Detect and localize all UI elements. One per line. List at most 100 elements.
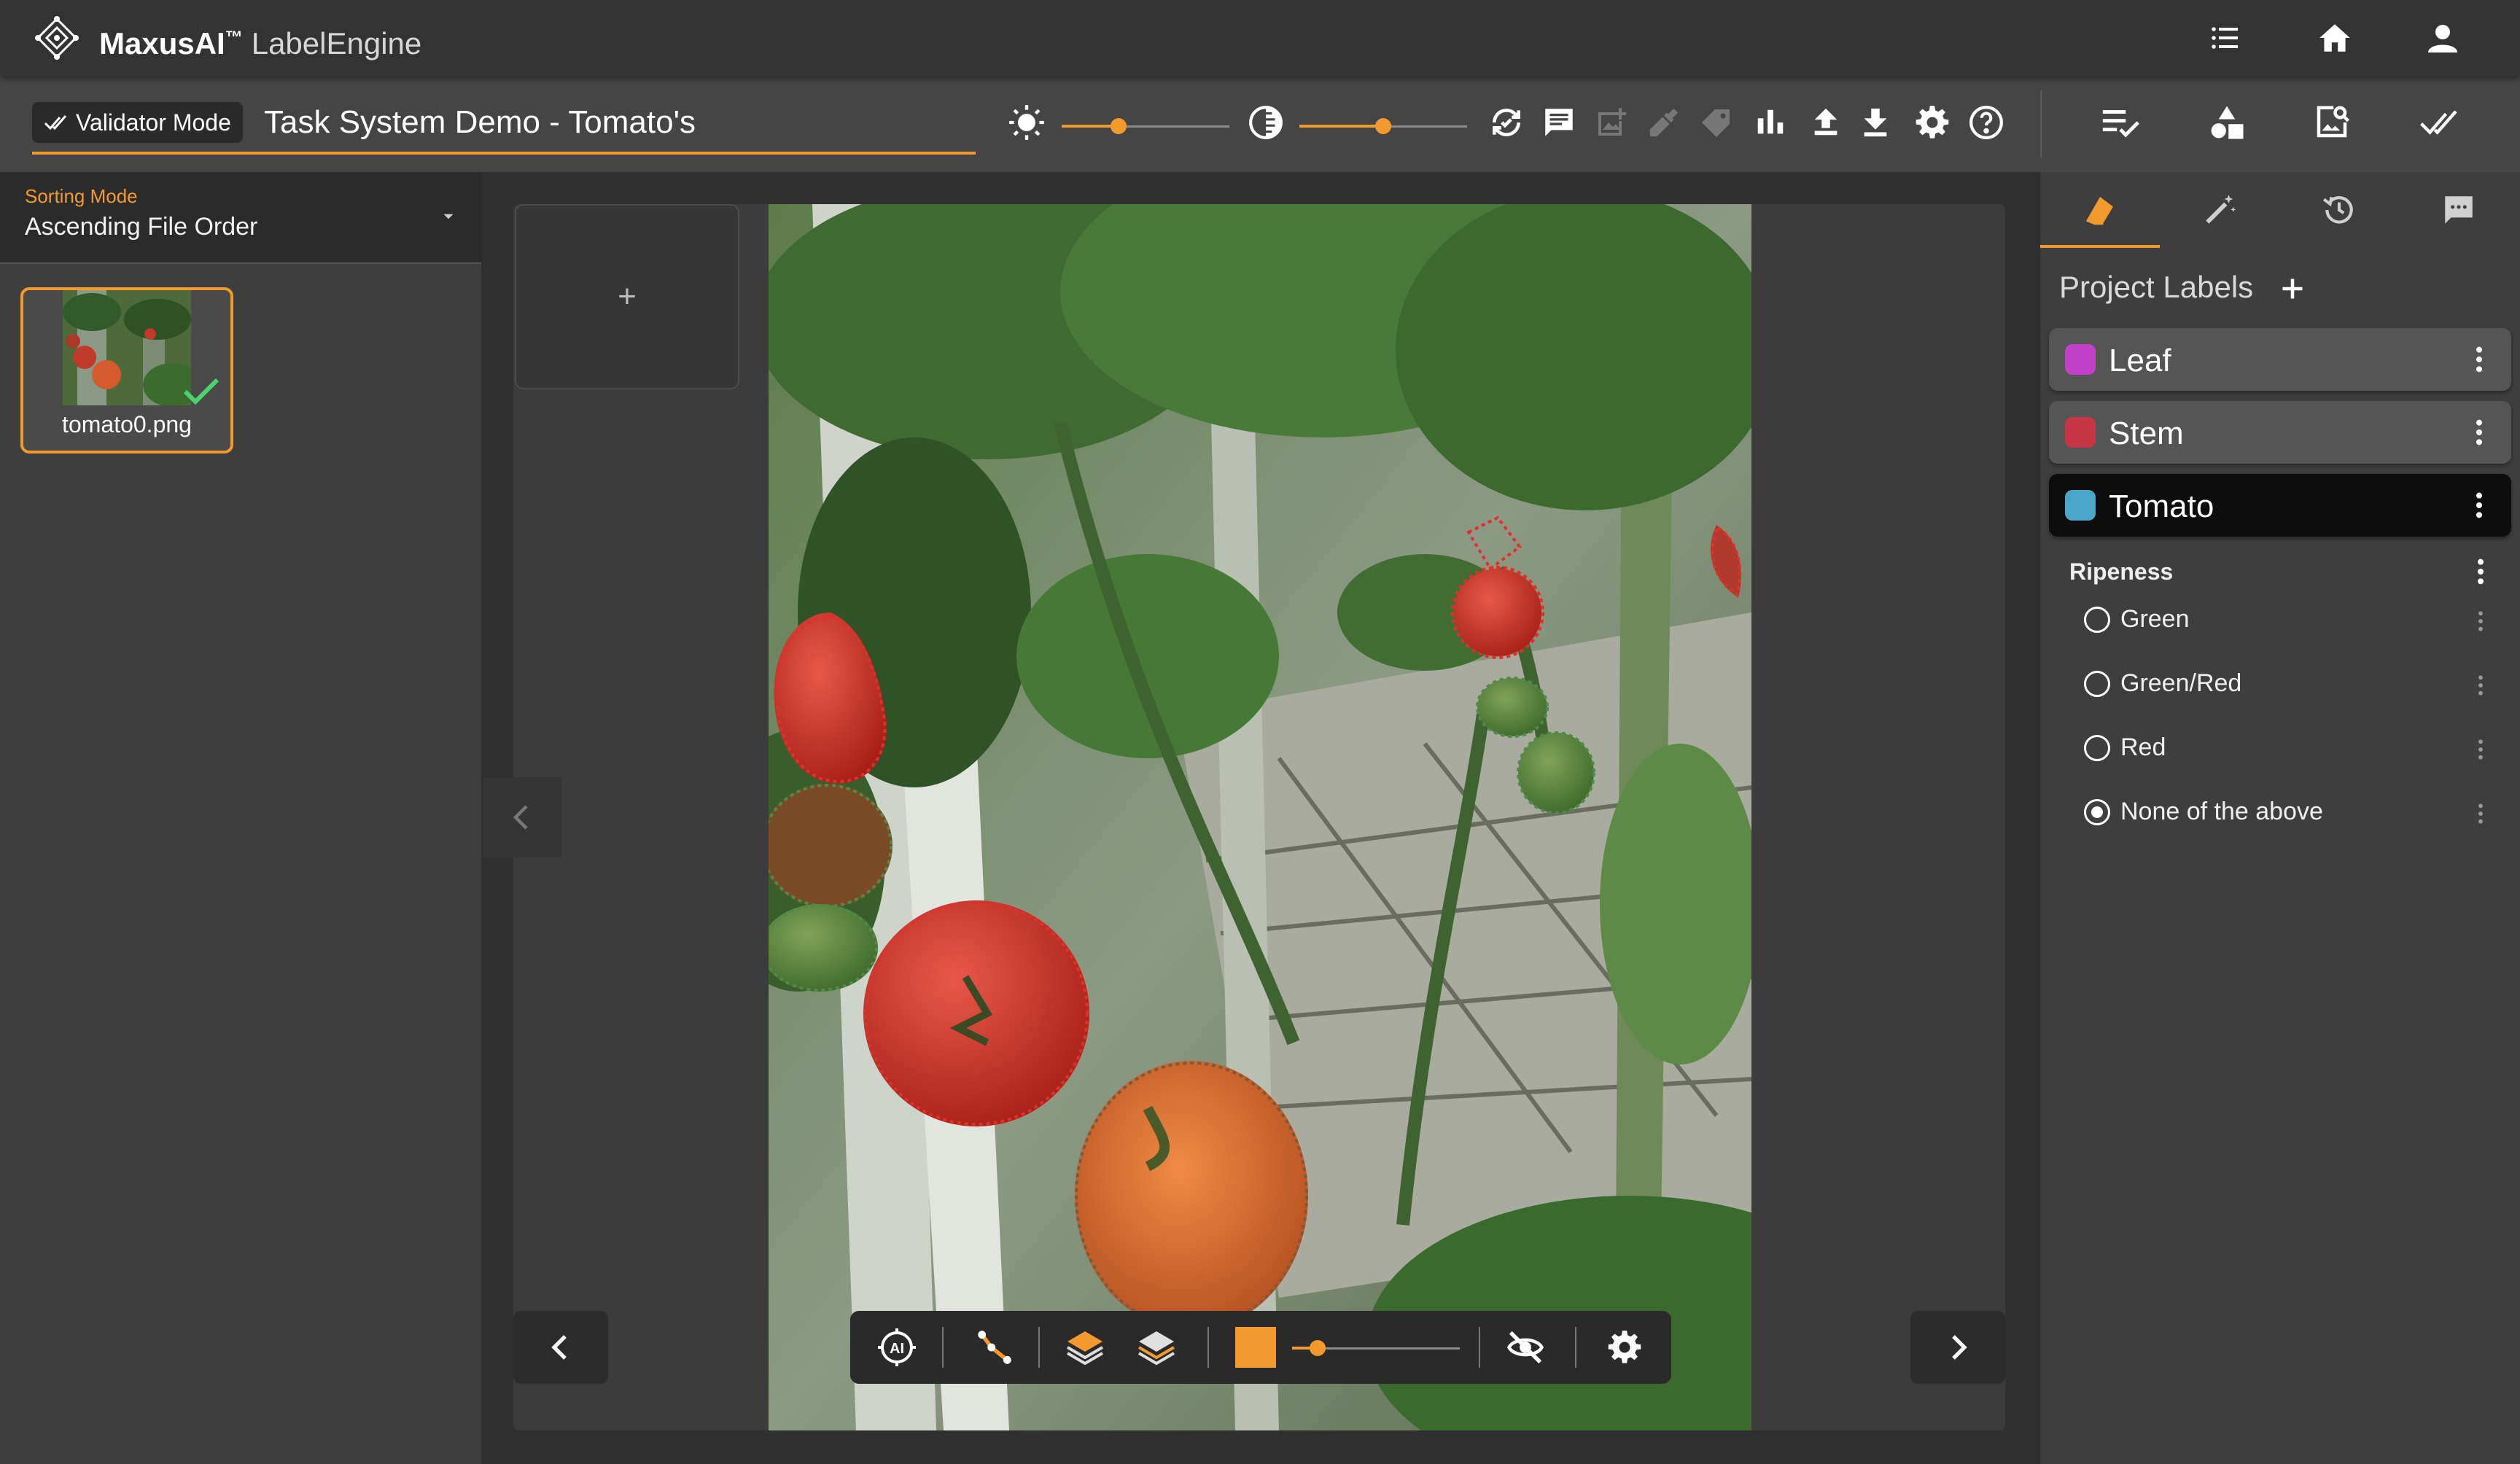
canvas-bottom-toolbar: AI (850, 1311, 1671, 1384)
label-item-stem[interactable]: Stem (2049, 401, 2511, 464)
labels-panel: Project Labels Leaf Stem Tomato Ripeness… (2040, 172, 2520, 1464)
top-app-bar: MaxusAI™ LabelEngine (0, 0, 2520, 76)
help-icon[interactable] (1964, 101, 2008, 144)
ripeness-option-none[interactable]: None of the above (2084, 790, 2492, 834)
toolbar-divider (1038, 1327, 1040, 1368)
comments-icon (2445, 196, 2473, 224)
chevron-right-icon (1952, 1335, 1967, 1360)
label-menu-icon[interactable] (2465, 413, 2494, 451)
toolbar-divider (1479, 1327, 1480, 1368)
ai-assist-icon[interactable]: AI (876, 1327, 917, 1368)
collapse-left-panel-button[interactable] (483, 777, 561, 857)
plus-icon: + (618, 279, 637, 314)
radio-button[interactable] (2084, 735, 2110, 761)
contrast-slider-knob[interactable] (1375, 118, 1391, 134)
sorting-mode-select[interactable]: Sorting Mode Ascending File Order (0, 172, 481, 264)
svg-text:AI: AI (890, 1341, 904, 1357)
upload-icon[interactable] (1804, 101, 1848, 144)
label-name: Stem (2109, 416, 2184, 451)
annotation-canvas[interactable] (769, 204, 1751, 1430)
validate-all-icon[interactable] (2418, 101, 2462, 144)
comment-icon[interactable] (1537, 101, 1581, 144)
toolbar-divider (942, 1327, 944, 1368)
option-menu-icon[interactable] (2466, 666, 2495, 704)
chevron-left-icon (513, 805, 528, 830)
option-label: Green/Red (2120, 669, 2242, 697)
product-name: LabelEngine (251, 26, 422, 61)
home-icon[interactable] (2311, 15, 2358, 61)
option-menu-icon[interactable] (2466, 795, 2495, 833)
validator-mode-chip[interactable]: Validator Mode (32, 102, 243, 143)
brand-name: MaxusAI (99, 26, 225, 61)
radio-button[interactable] (2084, 799, 2110, 825)
plus-icon (2282, 279, 2303, 299)
double-check-icon (44, 115, 67, 131)
tab-comments[interactable] (2399, 172, 2519, 248)
active-tab-indicator (2040, 245, 2160, 248)
review-list-icon[interactable] (2099, 101, 2142, 144)
label-color-swatch[interactable] (1235, 1327, 1276, 1368)
option-menu-icon[interactable] (2466, 602, 2495, 640)
file-list-panel: Sorting Mode Ascending File Order tomato… (0, 172, 481, 1464)
labels-tab-icon (2086, 197, 2113, 225)
project-labels-title: Project Labels (2059, 270, 2254, 304)
next-image-button[interactable] (1910, 1311, 2005, 1384)
previous-image-button[interactable] (513, 1311, 608, 1384)
radio-button[interactable] (2084, 607, 2110, 633)
brightness-slider-knob[interactable] (1111, 118, 1127, 134)
brand-title: MaxusAI™ LabelEngine (99, 17, 421, 64)
bar-chart-icon[interactable] (1749, 101, 1792, 144)
label-color-dot (2065, 417, 2096, 448)
toolbar-divider (2040, 90, 2042, 157)
label-item-tomato[interactable]: Tomato (2049, 474, 2511, 537)
opacity-slider-knob[interactable] (1310, 1340, 1326, 1356)
settings-gear-icon[interactable] (1910, 101, 1954, 144)
shapes-icon[interactable] (2205, 101, 2249, 144)
download-icon[interactable] (1854, 101, 1897, 144)
ripeness-option-green[interactable]: Green (2084, 598, 2492, 642)
label-menu-icon[interactable] (2465, 486, 2494, 524)
chevron-down-icon (439, 207, 458, 230)
sorting-mode-value: Ascending File Order (25, 213, 258, 241)
sync-icon[interactable] (1485, 101, 1528, 144)
canvas-settings-gear-icon[interactable] (1604, 1327, 1645, 1368)
add-label-button[interactable] (2274, 270, 2311, 308)
brand-trademark: ™ (225, 28, 243, 47)
add-item-button[interactable]: + (515, 204, 739, 389)
task-title: Task System Demo - Tomato's (264, 104, 696, 140)
contrast-slider-fill (1299, 125, 1383, 128)
task-list-icon[interactable] (2202, 15, 2249, 61)
label-item-leaf[interactable]: Leaf (2049, 328, 2511, 391)
toolbar-divider (1208, 1327, 1209, 1368)
validator-mode-label: Validator Mode (76, 109, 231, 136)
option-label: Red (2120, 733, 2166, 761)
tag-icon (1695, 101, 1738, 144)
brightness-icon (1005, 101, 1049, 144)
tab-labels[interactable] (2040, 172, 2160, 248)
option-label: None of the above (2120, 798, 2323, 825)
ripeness-option-red[interactable]: Red (2084, 726, 2492, 770)
label-color-dot (2065, 344, 2096, 375)
contrast-icon (1244, 101, 1288, 144)
validated-check-icon (182, 376, 220, 410)
account-icon[interactable] (2419, 15, 2466, 61)
image-search-icon[interactable] (2310, 101, 2354, 144)
ripeness-option-green-red[interactable]: Green/Red (2084, 662, 2492, 706)
file-thumbnail-card[interactable]: tomato0.png (20, 287, 233, 453)
layers-orange-icon[interactable] (1065, 1327, 1105, 1368)
tab-history[interactable] (2279, 172, 2399, 248)
layers-white-icon[interactable] (1136, 1327, 1177, 1368)
polyline-tool-icon[interactable] (974, 1327, 1015, 1368)
option-menu-icon[interactable] (2466, 731, 2495, 768)
label-name: Tomato (2109, 488, 2214, 524)
label-color-dot (2065, 490, 2096, 521)
radio-button[interactable] (2084, 671, 2110, 697)
toolbar-divider (1575, 1327, 1576, 1368)
maxusai-logo-icon (34, 15, 80, 61)
label-menu-icon[interactable] (2465, 340, 2494, 378)
attribute-menu-icon[interactable] (2466, 553, 2495, 591)
tab-magic-wand[interactable] (2160, 172, 2279, 248)
history-icon (2322, 196, 2353, 224)
chevron-left-icon (551, 1335, 567, 1360)
eye-off-icon[interactable] (1505, 1327, 1546, 1368)
